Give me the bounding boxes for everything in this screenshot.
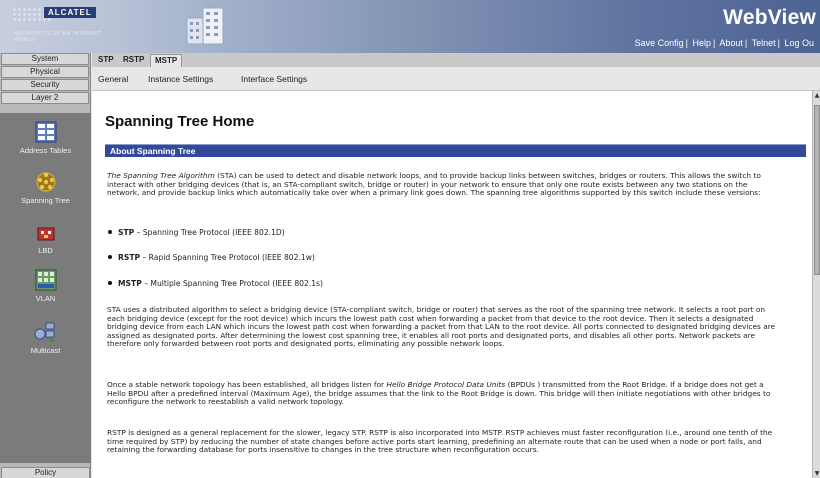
brand-tagline: ARCHITECTS OF AN INTERNET WORLD: [14, 31, 102, 43]
section-title: About Spanning Tree: [110, 146, 196, 156]
help-link[interactable]: Help: [692, 38, 711, 48]
sidebar-tab-layer2[interactable]: Layer 2: [1, 92, 89, 104]
scroll-up-icon[interactable]: ▲: [813, 91, 820, 100]
link-separator: |: [713, 38, 716, 48]
sidebar-item-vlan[interactable]: VLAN: [0, 269, 91, 303]
logout-link[interactable]: Log Ou: [784, 38, 814, 48]
sidebar-tab-security[interactable]: Security: [1, 79, 89, 91]
tab-mstp[interactable]: MSTP: [150, 54, 183, 67]
content-scrollbar[interactable]: ▲ ▼: [812, 91, 820, 478]
subtabs: General Instance Settings Interface Sett…: [92, 67, 820, 91]
section-header: About Spanning Tree: [105, 144, 806, 157]
link-separator: |: [777, 38, 780, 48]
scrollbar-thumb[interactable]: [814, 105, 820, 275]
bpdu-paragraph: Once a stable network topology has been …: [107, 380, 777, 407]
sidebar-item-label: Multicast: [30, 346, 61, 355]
save-config-link[interactable]: Save Config: [635, 38, 684, 48]
address-table-icon: [35, 121, 56, 143]
sta-paragraph: STA uses a distributed algorithm to sele…: [107, 305, 776, 349]
subtab-general[interactable]: General: [98, 74, 128, 84]
sidebar: System Physical Security Layer 2 Address…: [0, 53, 91, 478]
sidebar-item-label: Address Tables: [19, 146, 72, 155]
sidebar-item-lbd[interactable]: LBD: [0, 225, 91, 255]
bullet-term: RSTP: [118, 253, 141, 262]
main-content: Spanning Tree Home About Spanning Tree T…: [92, 91, 812, 478]
tab-stp[interactable]: STP: [94, 54, 118, 67]
bullet-term: MSTP: [118, 279, 142, 288]
subtab-instance-settings[interactable]: Instance Settings: [148, 74, 213, 84]
app-title: WebView: [723, 6, 816, 29]
bullet-desc: – Rapid Spanning Tree Protocol (IEEE 802…: [140, 253, 315, 262]
protocol-tabs: STP RSTP MSTP: [92, 53, 820, 67]
about-link[interactable]: About: [719, 38, 743, 48]
brand-logo-text: ALCATEL: [44, 7, 96, 18]
sidebar-item-label: VLAN: [35, 294, 56, 303]
lbd-icon: [37, 227, 54, 241]
sidebar-item-spanning-tree[interactable]: Spanning Tree: [0, 171, 91, 205]
building-icon: [186, 7, 224, 45]
sidebar-item-label: Spanning Tree: [21, 196, 70, 205]
bullet-term: STP: [118, 228, 135, 237]
bullet-desc: – Spanning Tree Protocol (IEEE 802.1D): [134, 228, 285, 237]
sidebar-item-multicast[interactable]: Multicast: [0, 321, 91, 355]
list-item: MSTP – Multiple Spanning Tree Protocol (…: [108, 279, 323, 288]
sidebar-item-label: LBD: [38, 246, 53, 255]
header-links: Save Config | Help | About | Telnet | Log Ou: [635, 38, 814, 48]
tab-rstp[interactable]: RSTP: [119, 54, 148, 67]
telnet-link[interactable]: Telnet: [752, 38, 776, 48]
sidebar-item-address-tables[interactable]: Address Tables: [0, 121, 91, 155]
vlan-icon: [35, 269, 56, 291]
intro-paragraph: The Spanning Tree Algorithm (STA) can be…: [107, 171, 777, 198]
layer2-menu-panel: Address Tables Spanning Tree LBD VLAN Mu…: [0, 113, 91, 463]
link-separator: |: [744, 38, 748, 48]
rstp-paragraph: RSTP is designed as a general replacemen…: [107, 428, 773, 455]
spanning-tree-icon: [36, 172, 55, 192]
bullet-desc: – Multiple Spanning Tree Protocol (IEEE …: [141, 279, 323, 288]
page-title: Spanning Tree Home: [105, 113, 255, 130]
list-item: RSTP – Rapid Spanning Tree Protocol (IEE…: [108, 253, 315, 262]
multicast-icon: [34, 322, 54, 342]
sidebar-tab-system[interactable]: System: [1, 53, 89, 65]
sidebar-tab-policy[interactable]: Policy: [1, 467, 90, 478]
list-item: STP – Spanning Tree Protocol (IEEE 802.1…: [108, 228, 285, 237]
brand-logo: ALCATEL ARCHITECTS OF AN INTERNET WORLD: [8, 5, 123, 45]
sidebar-tab-physical[interactable]: Physical: [1, 66, 89, 78]
link-separator: |: [685, 38, 688, 48]
scroll-down-icon[interactable]: ▼: [813, 469, 820, 478]
app-header: ALCATEL ARCHITECTS OF AN INTERNET WORLD …: [0, 0, 820, 53]
subtab-interface-settings[interactable]: Interface Settings: [241, 74, 307, 84]
